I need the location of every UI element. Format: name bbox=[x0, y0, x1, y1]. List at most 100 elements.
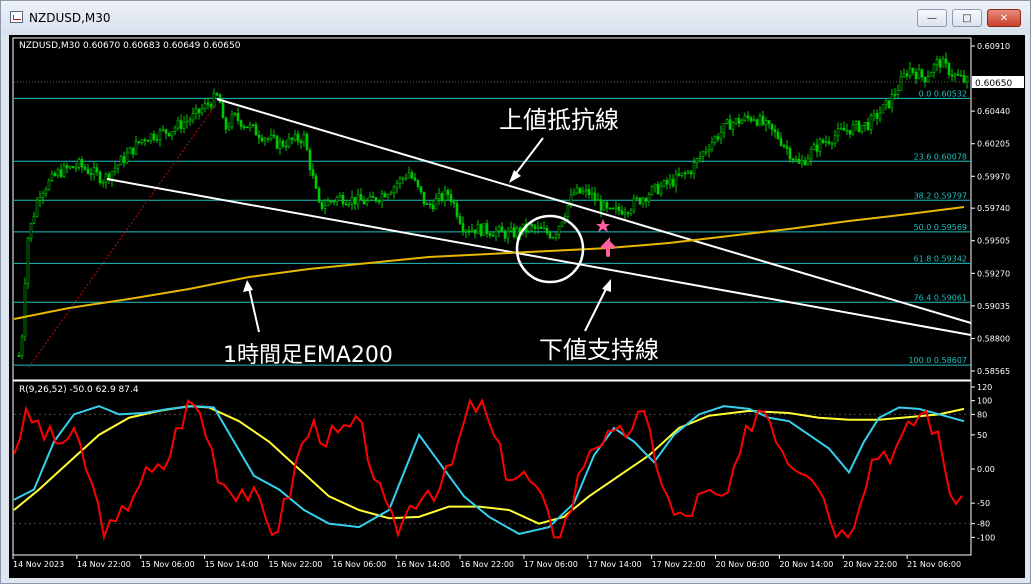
candle-body bbox=[935, 59, 939, 65]
candle-body bbox=[68, 166, 72, 169]
candle-body bbox=[821, 139, 825, 143]
time-axis-label: 21 Nov 06:00 bbox=[907, 560, 961, 569]
candle-body bbox=[254, 124, 258, 136]
candle-body bbox=[128, 147, 132, 154]
price-tick-label: 0.59035 bbox=[977, 302, 1010, 311]
candle-body bbox=[719, 132, 723, 140]
candle-body bbox=[188, 119, 192, 122]
candle-body bbox=[752, 119, 756, 122]
candle-body bbox=[119, 156, 123, 166]
candle-body bbox=[890, 93, 894, 109]
candle-body bbox=[200, 108, 204, 114]
title-bar[interactable]: NZDUSD,M30 — □ ✕ bbox=[1, 1, 1030, 35]
candle-body bbox=[116, 164, 120, 169]
candle-body bbox=[122, 156, 126, 163]
candle-body bbox=[836, 128, 840, 137]
candle-body bbox=[47, 180, 51, 190]
close-button[interactable]: ✕ bbox=[987, 9, 1021, 27]
candle-body bbox=[572, 192, 576, 196]
candle-body bbox=[617, 206, 621, 211]
candle-body bbox=[575, 187, 579, 194]
candle-body bbox=[152, 133, 156, 140]
candle-body bbox=[680, 172, 684, 176]
osc-tick-label: 0.00 bbox=[977, 465, 995, 474]
candle-body bbox=[473, 229, 477, 234]
candle-body bbox=[284, 145, 288, 148]
ema-arrow bbox=[248, 287, 260, 333]
candle-body bbox=[479, 224, 483, 236]
candle-body bbox=[101, 181, 105, 184]
candle-body bbox=[644, 198, 648, 202]
candle-body bbox=[665, 180, 669, 185]
maximize-icon: □ bbox=[962, 12, 972, 24]
candle-body bbox=[281, 141, 285, 147]
candle-body bbox=[377, 200, 381, 203]
candle-body bbox=[539, 226, 543, 229]
current-price-text: 0.60650 bbox=[975, 79, 1012, 89]
candle-body bbox=[155, 139, 159, 141]
candle-body bbox=[566, 204, 570, 217]
candle-body bbox=[578, 187, 582, 194]
candle-body bbox=[26, 238, 30, 284]
candle-body bbox=[113, 167, 117, 172]
candle-body bbox=[422, 191, 426, 204]
candle-body bbox=[365, 200, 369, 205]
candle-body bbox=[83, 166, 87, 170]
candle-body bbox=[131, 147, 135, 155]
price-tick-label: 0.59270 bbox=[977, 269, 1010, 278]
maximize-button[interactable]: □ bbox=[952, 9, 982, 27]
time-axis-label: 17 Nov 22:00 bbox=[652, 560, 706, 569]
candle-body bbox=[716, 136, 720, 140]
chart-area[interactable]: 0.0 0.60532 23.6 0.60078 38.2 0.59797 50.0 … bbox=[9, 35, 1025, 578]
candle-body bbox=[737, 118, 741, 124]
candle-body bbox=[44, 189, 48, 194]
candle-body bbox=[134, 141, 138, 155]
candle-body bbox=[839, 128, 843, 130]
fib-label: 100.0 0.58607 bbox=[908, 356, 967, 365]
candle-body bbox=[329, 200, 333, 203]
candle-body bbox=[533, 225, 537, 229]
candle-body bbox=[812, 144, 816, 151]
osc-tick-label: -100 bbox=[977, 533, 995, 542]
candle-body bbox=[227, 126, 231, 130]
sub-panel-header: R(9,26,52) -50.0 62.9 87.4 bbox=[19, 385, 139, 395]
candle-body bbox=[800, 160, 804, 164]
candle-body bbox=[785, 145, 789, 149]
fibonacci-levels: 0.0 0.60532 23.6 0.60078 38.2 0.59797 50.0 … bbox=[14, 89, 971, 366]
candle-body bbox=[794, 158, 798, 161]
candle-body bbox=[701, 151, 705, 158]
candle-body bbox=[71, 166, 75, 169]
candle-body bbox=[311, 169, 315, 177]
candle-body bbox=[530, 224, 534, 227]
candle-body bbox=[320, 201, 324, 209]
candle-body bbox=[275, 135, 279, 149]
price-tick-label: 0.59970 bbox=[977, 172, 1010, 181]
candle-body bbox=[110, 171, 114, 181]
osc-tick-label: 100 bbox=[977, 397, 992, 406]
candle-body bbox=[872, 113, 876, 116]
candle-body bbox=[173, 127, 177, 132]
candle-body bbox=[932, 64, 936, 73]
candle-body bbox=[401, 177, 405, 180]
minimize-button[interactable]: — bbox=[917, 9, 947, 27]
candle-body bbox=[350, 197, 354, 205]
candle-body bbox=[647, 194, 651, 202]
candle-body bbox=[92, 167, 96, 176]
candle-body bbox=[476, 224, 480, 234]
candle-body bbox=[380, 193, 384, 202]
candle-body bbox=[287, 137, 291, 148]
candle-body bbox=[416, 179, 420, 187]
candle-body bbox=[428, 203, 432, 206]
candle-body bbox=[431, 204, 435, 210]
candle-body bbox=[887, 100, 891, 109]
candle-body bbox=[776, 131, 780, 139]
candle-body bbox=[908, 67, 912, 77]
price-tick-label: 0.58565 bbox=[977, 367, 1010, 376]
candle-body bbox=[545, 227, 549, 234]
candle-body bbox=[677, 173, 681, 176]
candle-body bbox=[194, 108, 198, 114]
overlay-lines bbox=[13, 81, 972, 368]
candle-body bbox=[404, 177, 408, 180]
candle-body bbox=[593, 192, 597, 201]
candle-body bbox=[449, 194, 453, 202]
